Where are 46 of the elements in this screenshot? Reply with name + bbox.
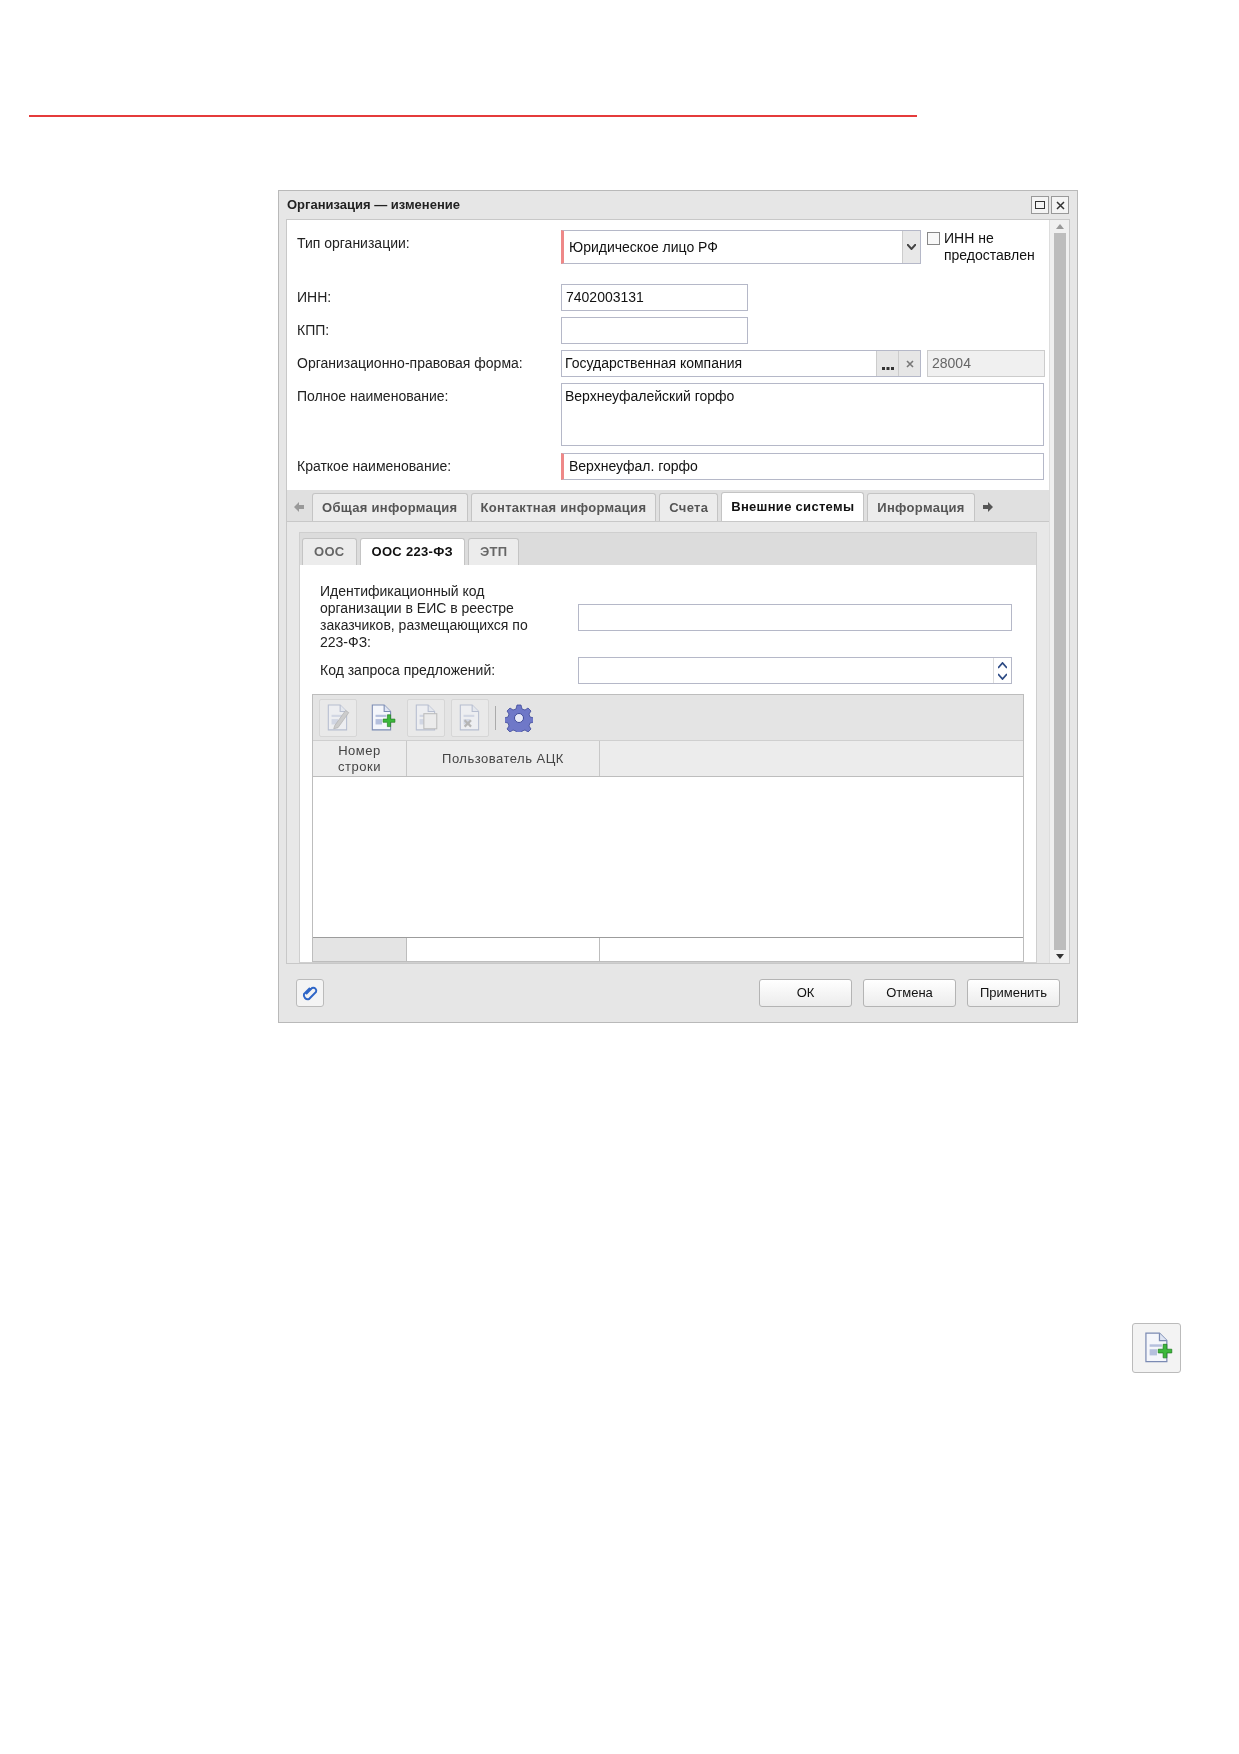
field-label: Тип организации: [297, 234, 411, 253]
scrollbar[interactable] [1049, 220, 1069, 963]
field-label: Полное наименование: [297, 387, 450, 406]
field-label: Краткое наименование: [297, 457, 453, 476]
subtab[interactable]: ЭТП [468, 538, 520, 565]
tab[interactable]: Контактная информация [470, 493, 657, 521]
scroll-down-icon [1055, 954, 1064, 959]
maximize-button[interactable] [1031, 196, 1049, 214]
dialog-button[interactable]: Отмена [863, 979, 956, 1007]
close-button[interactable] [1051, 196, 1069, 214]
field-label: Код запроса предложений: [320, 662, 497, 679]
spinner-field[interactable] [578, 657, 1012, 684]
field-label: КПП: [297, 321, 331, 340]
scroll-left-icon[interactable] [294, 502, 304, 512]
input-field[interactable] [561, 317, 748, 344]
input-field[interactable] [578, 603, 1012, 631]
input-field[interactable]: Верхнеуфал. горфо [561, 453, 1044, 480]
input-field[interactable]: 7402003131 [561, 284, 748, 311]
column-header[interactable]: Номер строки [313, 741, 407, 776]
maximize-icon [1035, 201, 1045, 209]
column-header[interactable]: Пользователь АЦК [407, 741, 600, 776]
tab[interactable]: Общая информация [312, 493, 468, 521]
text-area[interactable]: Верхнеуфалейский горфо [561, 383, 1044, 446]
tab[interactable]: Информация [867, 493, 975, 521]
tab[interactable]: Счета [659, 493, 719, 521]
scroll-right-icon[interactable] [982, 502, 993, 512]
scroll-up-icon [1055, 224, 1064, 229]
window-title: Организация — изменение [287, 196, 460, 215]
close-icon [1055, 200, 1065, 210]
tab[interactable]: Внешние системы [721, 492, 865, 521]
paperclip-icon [301, 984, 319, 1002]
gear-icon [505, 703, 533, 732]
attachment-button[interactable] [296, 979, 324, 1007]
code-field: 28004 [927, 350, 1045, 377]
scroll-thumb[interactable] [1053, 233, 1066, 950]
subtab[interactable]: ООС 223-ФЗ [359, 538, 465, 565]
dropdown-field[interactable]: Юридическое лицо РФ [561, 230, 921, 264]
checkbox-label: ИНН не предоставлен [944, 230, 1036, 264]
dialog-button[interactable]: Применить [967, 979, 1060, 1007]
dialog-button[interactable]: ОК [759, 979, 852, 1007]
checkbox[interactable] [927, 232, 940, 245]
field-label: Идентификационный код организации в ЕИС в реестре заказчиков, размещающихся по 223-ФЗ: [320, 583, 529, 651]
subtab[interactable]: ООС [302, 538, 357, 565]
field-label: ИНН: [297, 288, 333, 307]
field-label: Организационно-правовая форма: [297, 354, 524, 373]
add-document-button[interactable] [1132, 1323, 1181, 1373]
